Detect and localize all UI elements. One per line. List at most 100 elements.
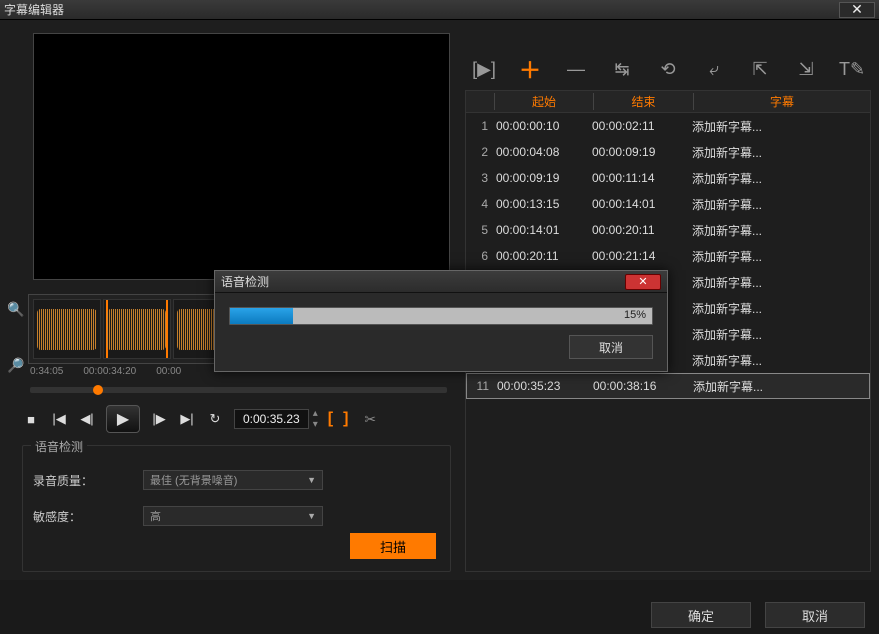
offset-button[interactable]: ⟲ — [657, 58, 679, 80]
table-row[interactable]: 200:00:04:0800:00:09:19添加新字幕... — [466, 139, 870, 165]
row-end: 00:00:38:16 — [593, 379, 693, 393]
row-index: 6 — [470, 249, 492, 263]
dialog-title: 语音检测 — [221, 273, 269, 290]
table-row[interactable]: 1100:00:35:2300:00:38:16添加新字幕... — [466, 373, 870, 399]
row-end: 00:00:21:14 — [592, 249, 692, 263]
row-text: 添加新字幕... — [692, 274, 870, 291]
split-button[interactable]: ⤶ — [703, 58, 725, 80]
type-icon: T✎ — [839, 59, 865, 80]
row-end: 00:00:20:11 — [592, 223, 692, 237]
quality-value: 最佳 (无背景噪音) — [150, 472, 237, 488]
progress-percent: 15% — [624, 309, 646, 321]
plus-icon: ＋ — [519, 53, 541, 85]
row-text: 添加新字幕... — [692, 326, 870, 343]
row-text: 添加新字幕... — [692, 300, 870, 317]
row-text: 添加新字幕... — [692, 248, 870, 265]
col-end[interactable]: 结束 — [594, 93, 694, 110]
import-button[interactable]: ⇱ — [749, 58, 771, 80]
step-back-icon: ◀| — [80, 411, 93, 427]
ok-button[interactable]: 确定 — [651, 602, 751, 628]
row-index: 1 — [470, 119, 492, 133]
row-index: 3 — [470, 171, 492, 185]
stop-icon: ■ — [27, 412, 35, 427]
export-button[interactable]: ⇲ — [795, 58, 817, 80]
zoom-in-icon: 🔍 — [7, 301, 24, 318]
step-fwd-icon: |▶ — [152, 411, 165, 427]
video-preview — [33, 33, 450, 280]
window-title: 字幕编辑器 — [4, 1, 64, 18]
merge-button[interactable]: ↹ — [611, 58, 633, 80]
step-fwd-button[interactable]: |▶ — [150, 410, 168, 428]
row-end: 00:00:02:11 — [592, 119, 692, 133]
row-text: 添加新字幕... — [692, 170, 870, 187]
row-start: 00:00:35:23 — [493, 379, 593, 393]
close-icon: ✕ — [638, 275, 647, 288]
row-start: 00:00:20:11 — [492, 249, 592, 263]
slider-thumb[interactable] — [93, 385, 103, 395]
dialog-close-button[interactable]: ✕ — [625, 274, 661, 290]
table-row[interactable]: 500:00:14:0100:00:20:11添加新字幕... — [466, 217, 870, 243]
table-row[interactable]: 400:00:13:1500:00:14:01添加新字幕... — [466, 191, 870, 217]
mark-in-button[interactable]: [ — [328, 410, 333, 428]
loop-icon: ↻ — [210, 411, 221, 427]
detect-legend: 语音检测 — [31, 438, 87, 455]
row-text: 添加新字幕... — [692, 222, 870, 239]
skip-end-button[interactable]: ▶| — [178, 410, 196, 428]
title-bar: 字幕编辑器 ✕ — [0, 0, 879, 20]
play-icon: ▶ — [117, 409, 129, 429]
zoom-out-icon: 🔎 — [7, 357, 24, 374]
window-close-button[interactable]: ✕ — [839, 2, 875, 18]
transport-controls: ■ |◀ ◀| ▶ |▶ ▶| ↻ 0:00:35.23 ▴▾ [ ] ✂ — [8, 399, 455, 439]
skip-start-button[interactable]: |◀ — [50, 410, 68, 428]
row-start: 00:00:00:10 — [492, 119, 592, 133]
row-end: 00:00:09:19 — [592, 145, 692, 159]
voice-detect-dialog: 语音检测 ✕ 15% 取消 — [214, 270, 668, 372]
position-slider[interactable] — [30, 387, 447, 393]
insert-button[interactable]: [▶] — [473, 58, 495, 80]
row-end: 00:00:11:14 — [592, 171, 692, 185]
col-start[interactable]: 起始 — [494, 93, 594, 110]
zoom-in-button[interactable]: 🔍 — [8, 302, 24, 318]
chevron-down-icon: ▼ — [307, 475, 316, 485]
dialog-cancel-button[interactable]: 取消 — [569, 335, 653, 359]
skip-end-icon: ▶| — [180, 411, 193, 427]
table-row[interactable]: 600:00:20:1100:00:21:14添加新字幕... — [466, 243, 870, 269]
mark-out-button[interactable]: ] — [343, 410, 348, 428]
zoom-out-button[interactable]: 🔎 — [8, 358, 24, 374]
merge-icon: ↹ — [614, 59, 629, 80]
remove-button[interactable]: — — [565, 58, 587, 80]
split-icon: ⤶ — [709, 59, 719, 80]
table-header: 起始 结束 字幕 — [466, 91, 870, 113]
sensitivity-value: 高 — [150, 508, 161, 524]
table-row[interactable]: 100:00:00:1000:00:02:11添加新字幕... — [466, 113, 870, 139]
scan-button[interactable]: 扫描 — [350, 533, 436, 559]
row-index: 2 — [470, 145, 492, 159]
style-button[interactable]: T✎ — [841, 58, 863, 80]
loop-button[interactable]: ↻ — [206, 410, 224, 428]
row-index: 4 — [470, 197, 492, 211]
quality-label: 录音质量： — [33, 472, 143, 489]
step-back-button[interactable]: ◀| — [78, 410, 96, 428]
footer-buttons: 确定 取消 — [651, 602, 865, 628]
table-row[interactable]: 300:00:09:1900:00:11:14添加新字幕... — [466, 165, 870, 191]
col-subtitle[interactable]: 字幕 — [694, 93, 870, 110]
row-start: 00:00:13:15 — [492, 197, 592, 211]
quality-select[interactable]: 最佳 (无背景噪音) ▼ — [143, 470, 323, 490]
cut-button[interactable]: ✂ — [364, 411, 376, 428]
scissors-icon: ✂ — [364, 411, 376, 427]
cancel-button[interactable]: 取消 — [765, 602, 865, 628]
import-icon: ⇱ — [752, 59, 767, 80]
play-button[interactable]: ▶ — [106, 405, 140, 433]
timecode-input[interactable]: 0:00:35.23 — [234, 409, 309, 429]
timecode-spinner[interactable]: ▴▾ — [313, 408, 318, 430]
add-button[interactable]: ＋ — [519, 58, 541, 80]
dialog-titlebar: 语音检测 ✕ — [215, 271, 667, 293]
insert-icon: [▶] — [472, 59, 496, 80]
voice-detect-panel: 语音检测 录音质量： 最佳 (无背景噪音) ▼ 敏感度： 高 ▼ 扫描 — [22, 445, 451, 572]
row-start: 00:00:04:08 — [492, 145, 592, 159]
row-index: 5 — [470, 223, 492, 237]
sensitivity-select[interactable]: 高 ▼ — [143, 506, 323, 526]
stop-button[interactable]: ■ — [22, 410, 40, 428]
sensitivity-label: 敏感度： — [33, 508, 143, 525]
chevron-down-icon: ▼ — [307, 511, 316, 521]
